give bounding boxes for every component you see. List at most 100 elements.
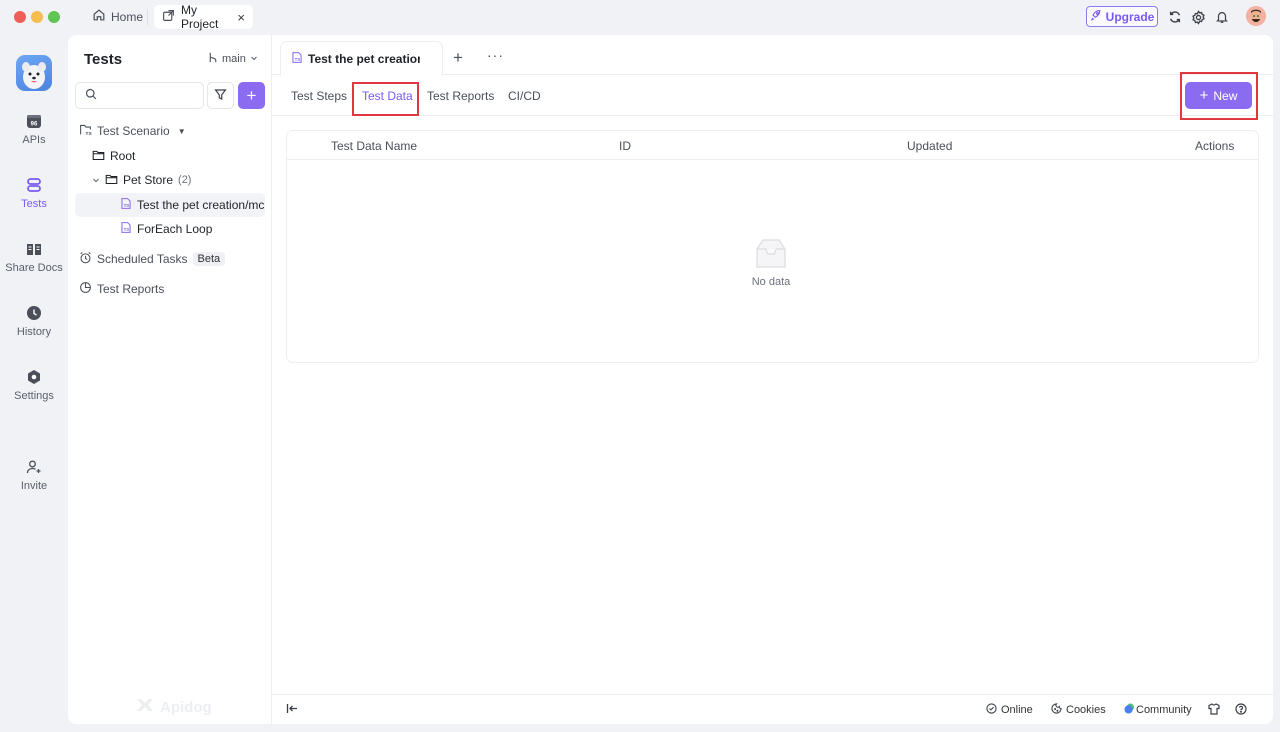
tree-item-scheduled-tasks[interactable]: Scheduled Tasks Beta	[79, 247, 226, 271]
empty-state: No data	[750, 237, 792, 288]
test-data-table: Test Data Name ID Updated Actions No dat…	[286, 130, 1259, 363]
apidog-logo-icon	[136, 697, 154, 717]
tab-test-steps[interactable]: Test Steps	[291, 89, 347, 103]
gear-icon[interactable]	[1190, 9, 1206, 25]
tab-my-project-label: My Project	[181, 3, 219, 31]
tests-icon	[25, 176, 43, 194]
tree-item-label: Test Scenario	[97, 124, 170, 138]
close-icon[interactable]: ×	[237, 10, 245, 25]
test-file-icon: TS	[291, 51, 303, 67]
tests-sidebar: Tests main + TS Test Scenario ▼ Root Pet…	[68, 35, 272, 724]
new-tab-button[interactable]: +	[453, 48, 463, 68]
svg-text:TS: TS	[124, 227, 130, 232]
main-content: TS Test the pet creation/ + ··· Test Ste…	[272, 35, 1273, 724]
avatar[interactable]	[1246, 6, 1266, 26]
tab-home-label: Home	[111, 9, 144, 24]
branch-selector[interactable]: main	[208, 52, 258, 66]
highlight-box-test-data	[352, 82, 419, 116]
table-header: Test Data Name ID Updated Actions	[287, 131, 1258, 160]
column-header-id: ID	[619, 139, 631, 153]
tree-item-test-reports[interactable]: Test Reports	[79, 277, 164, 301]
shirt-icon[interactable]	[1208, 703, 1220, 715]
bell-icon[interactable]	[1214, 9, 1230, 25]
upgrade-button[interactable]: Upgrade	[1086, 6, 1158, 27]
rail-item-tests[interactable]: Tests	[0, 176, 68, 210]
online-status[interactable]: Online	[986, 703, 1033, 717]
api-icon: 96	[25, 112, 43, 130]
search-input[interactable]	[103, 88, 203, 103]
rail-item-invite-label: Invite	[20, 480, 48, 492]
tree-item-foreach-loop[interactable]: TS ForEach Loop	[120, 217, 212, 241]
tree-item-pet-store[interactable]: Pet Store (2)	[92, 168, 191, 192]
highlight-box-new	[1180, 72, 1258, 120]
more-icon[interactable]: ···	[487, 47, 504, 63]
svg-text:TS: TS	[124, 203, 130, 208]
community-button[interactable]: Community	[1124, 703, 1192, 717]
rail-item-settings[interactable]: Settings	[0, 368, 68, 402]
tree-item-label: Root	[110, 149, 136, 163]
cookies-button[interactable]: Cookies	[1051, 703, 1106, 717]
tab-divider	[147, 9, 148, 25]
workspace-panel: Tests main + TS Test Scenario ▼ Root Pet…	[68, 35, 1273, 724]
cookies-label: Cookies	[1066, 704, 1106, 716]
plus-icon: +	[246, 85, 257, 105]
tab-home[interactable]: Home	[86, 5, 149, 28]
help-icon[interactable]	[1235, 703, 1247, 715]
tree-item-root[interactable]: Root	[92, 144, 135, 168]
rail-item-invite[interactable]: Invite	[0, 458, 68, 492]
rail-item-apis-label: APIs	[22, 134, 46, 146]
refresh-icon[interactable]	[1167, 9, 1183, 25]
tree-item-test-scenario[interactable]: TS Test Scenario ▼	[79, 119, 186, 143]
tab-ci-cd[interactable]: CI/CD	[508, 89, 541, 103]
tree-item-test-pet-creation[interactable]: TS Test the pet creation/mc	[75, 193, 265, 217]
tab-my-project[interactable]: My Project ×	[154, 3, 253, 31]
minimize-window-button[interactable]	[31, 11, 43, 23]
chevron-down-icon[interactable]	[92, 173, 100, 187]
column-header-updated: Updated	[907, 139, 953, 153]
project-logo[interactable]	[16, 55, 52, 91]
online-label: Online	[1001, 704, 1033, 716]
svg-text:96: 96	[31, 122, 38, 128]
community-label: Community	[1136, 704, 1192, 716]
item-count: (2)	[178, 174, 192, 186]
document-tab[interactable]: TS Test the pet creation/	[280, 41, 443, 76]
tree-item-label: Test the pet creation/mc	[137, 198, 264, 212]
svg-text:TS: TS	[295, 57, 301, 62]
caret-down-icon[interactable]: ▼	[178, 127, 186, 136]
pie-chart-icon	[79, 281, 92, 297]
maximize-window-button[interactable]	[48, 11, 60, 23]
rail-item-settings-label: Settings	[14, 390, 54, 402]
add-button[interactable]: +	[238, 82, 265, 109]
app-rail: 96 APIs Tests Share Docs History Setting…	[0, 34, 68, 732]
tab-test-reports[interactable]: Test Reports	[427, 89, 494, 103]
rail-item-share-docs[interactable]: Share Docs	[0, 240, 68, 274]
rail-item-history[interactable]: History	[0, 304, 68, 338]
apidog-watermark: Apidog	[136, 697, 212, 717]
svg-text:TS: TS	[86, 131, 93, 136]
watermark-text: Apidog	[160, 698, 212, 716]
clock-icon	[25, 304, 43, 322]
home-icon	[92, 8, 106, 25]
search-box	[75, 82, 204, 109]
tree-item-label: Scheduled Tasks	[97, 252, 188, 266]
sidebar-title: Tests	[84, 51, 123, 68]
cookie-icon	[1051, 703, 1062, 717]
empty-inbox-icon	[751, 237, 791, 274]
collapse-sidebar-icon[interactable]	[286, 703, 298, 717]
test-scenario-icon: TS	[79, 123, 92, 139]
branch-name: main	[222, 53, 246, 65]
close-window-button[interactable]	[14, 11, 26, 23]
sub-tabs: Test Steps Test Data Test Reports CI/CD	[272, 76, 1273, 116]
rail-item-tests-label: Tests	[21, 198, 47, 210]
filter-button[interactable]	[207, 82, 234, 109]
folder-icon	[92, 149, 105, 164]
column-header-actions: Actions	[1195, 139, 1235, 153]
chat-bubble-icon	[1124, 703, 1135, 717]
tree-item-label: ForEach Loop	[137, 222, 213, 236]
title-bar: Home My Project × Upgrade	[0, 0, 1280, 34]
external-link-icon	[162, 9, 175, 25]
rail-item-apis[interactable]: 96 APIs	[0, 112, 68, 146]
git-branch-icon	[208, 52, 218, 66]
document-tab-bar: TS Test the pet creation/ + ···	[272, 35, 1273, 76]
empty-text: No data	[751, 276, 791, 288]
